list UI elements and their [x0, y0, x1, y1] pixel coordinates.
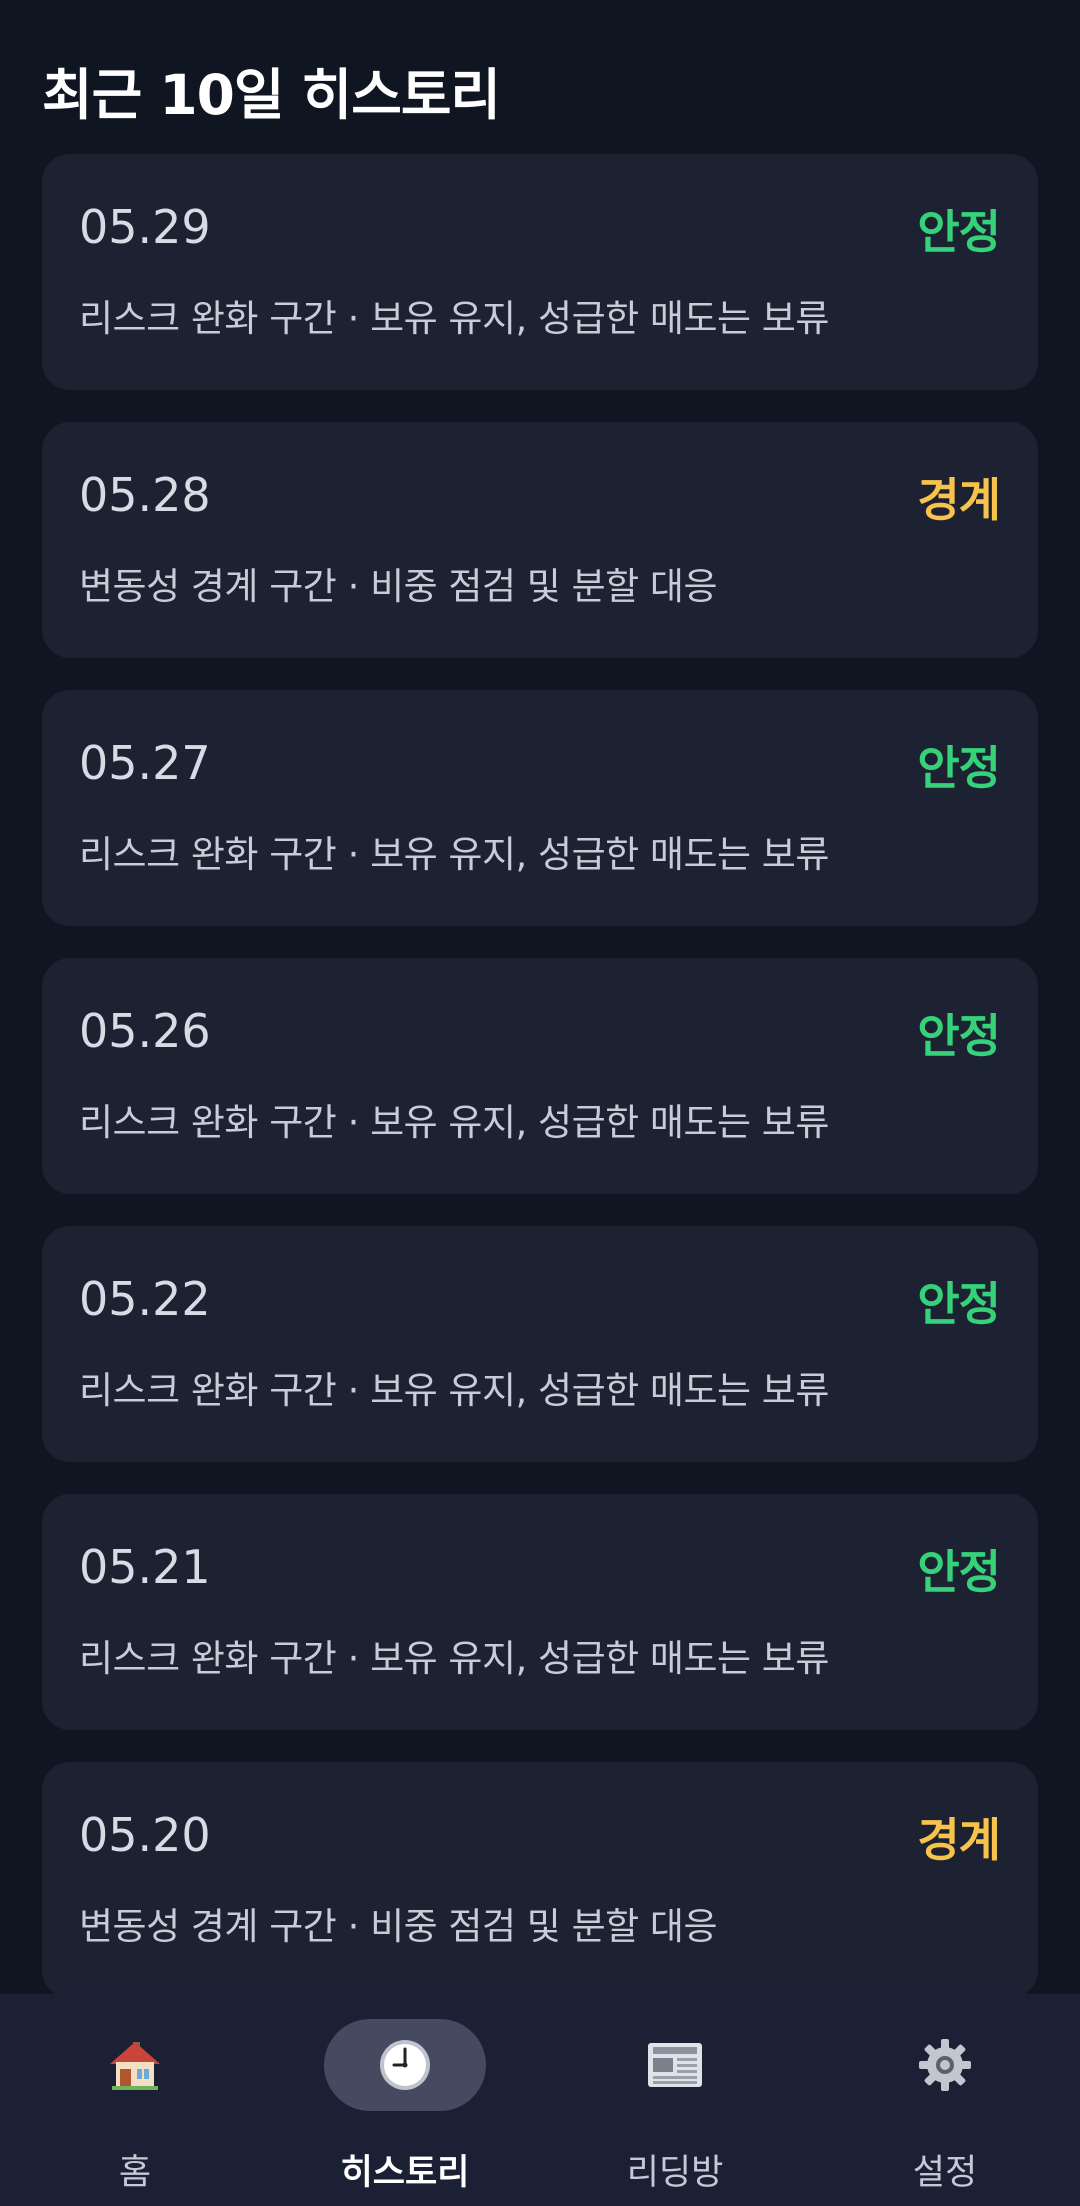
house-icon: [106, 2036, 164, 2094]
history-description: 변동성 경계 구간 · 비중 점검 및 분할 대응: [79, 1905, 718, 1948]
page-title: 최근 10일 히스토리: [42, 63, 501, 127]
nav-icon-container-active: [324, 2019, 486, 2111]
history-description: 리스크 완화 구간 · 보유 유지, 성급한 매도는 보류: [79, 1369, 829, 1412]
newspaper-icon: [645, 2037, 705, 2093]
history-date: 05.22: [79, 1272, 211, 1326]
history-card[interactable]: 05.28 경계 변동성 경계 구간 · 비중 점검 및 분할 대응: [42, 422, 1038, 658]
nav-label: 홈: [118, 2153, 152, 2193]
nav-icon-container: [594, 2019, 756, 2111]
nav-label: 히스토리: [340, 2153, 470, 2193]
status-badge: 안정: [917, 205, 1001, 259]
gear-icon: [917, 2037, 973, 2093]
history-list[interactable]: 05.29 안정 리스크 완화 구간 · 보유 유지, 성급한 매도는 보류 0…: [42, 154, 1038, 1994]
history-date: 05.20: [79, 1808, 211, 1862]
status-badge: 경계: [917, 1813, 1001, 1867]
nav-label: 리딩방: [626, 2153, 724, 2193]
history-card[interactable]: 05.21 안정 리스크 완화 구간 · 보유 유지, 성급한 매도는 보류: [42, 1494, 1038, 1730]
nav-label: 설정: [912, 2153, 978, 2193]
nav-icon-container: [864, 2019, 1026, 2111]
history-date: 05.26: [79, 1004, 211, 1058]
status-badge: 안정: [917, 1009, 1001, 1063]
history-description: 리스크 완화 구간 · 보유 유지, 성급한 매도는 보류: [79, 1637, 829, 1680]
history-description: 변동성 경계 구간 · 비중 점검 및 분할 대응: [79, 565, 718, 608]
status-badge: 안정: [917, 1545, 1001, 1599]
nav-icon-container: [54, 2019, 216, 2111]
status-badge: 안정: [917, 1277, 1001, 1331]
status-badge: 경계: [917, 473, 1001, 527]
history-description: 리스크 완화 구간 · 보유 유지, 성급한 매도는 보류: [79, 297, 829, 340]
history-description: 리스크 완화 구간 · 보유 유지, 성급한 매도는 보류: [79, 1101, 829, 1144]
history-card[interactable]: 05.26 안정 리스크 완화 구간 · 보유 유지, 성급한 매도는 보류: [42, 958, 1038, 1194]
nav-item-reading-room[interactable]: 리딩방: [540, 1994, 810, 2206]
bottom-nav: 홈 히스토리 리딩방 설정: [0, 1994, 1080, 2206]
history-date: 05.21: [79, 1540, 211, 1594]
history-card[interactable]: 05.20 경계 변동성 경계 구간 · 비중 점검 및 분할 대응: [42, 1762, 1038, 1994]
history-card[interactable]: 05.22 안정 리스크 완화 구간 · 보유 유지, 성급한 매도는 보류: [42, 1226, 1038, 1462]
clock-icon: [377, 2037, 433, 2093]
history-date: 05.28: [79, 468, 211, 522]
status-badge: 안정: [917, 741, 1001, 795]
history-card[interactable]: 05.29 안정 리스크 완화 구간 · 보유 유지, 성급한 매도는 보류: [42, 154, 1038, 390]
nav-item-history[interactable]: 히스토리: [270, 1994, 540, 2206]
nav-item-home[interactable]: 홈: [0, 1994, 270, 2206]
nav-item-settings[interactable]: 설정: [810, 1994, 1080, 2206]
history-date: 05.29: [79, 200, 211, 254]
history-screen: 최근 10일 히스토리 05.29 안정 리스크 완화 구간 · 보유 유지, …: [0, 0, 1080, 2206]
history-card[interactable]: 05.27 안정 리스크 완화 구간 · 보유 유지, 성급한 매도는 보류: [42, 690, 1038, 926]
history-date: 05.27: [79, 736, 211, 790]
history-description: 리스크 완화 구간 · 보유 유지, 성급한 매도는 보류: [79, 833, 829, 876]
